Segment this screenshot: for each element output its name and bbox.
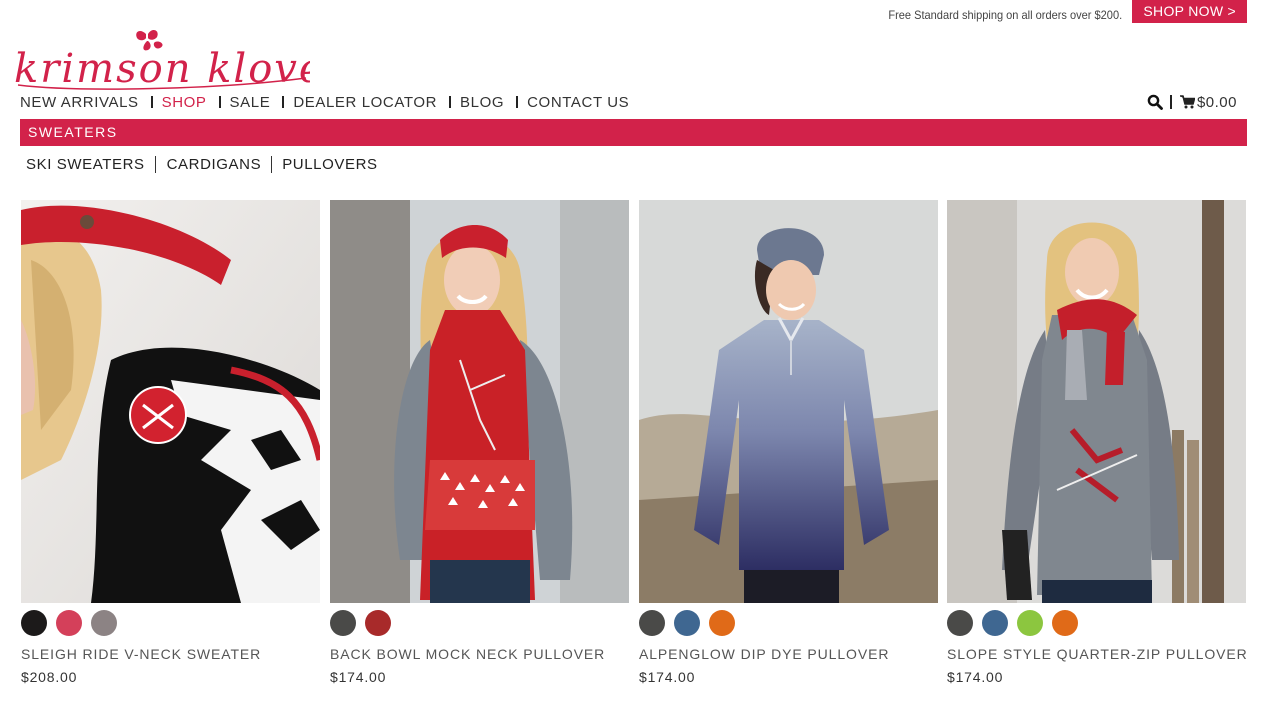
nav-divider: [282, 96, 285, 108]
color-swatches: [21, 609, 320, 637]
color-swatch-charcoal[interactable]: [947, 610, 973, 636]
category-header: SWEATERS: [20, 119, 1247, 146]
nav-dealer-locator[interactable]: DEALER LOCATOR: [293, 94, 437, 111]
product-name[interactable]: ALPENGLOW DIP DYE PULLOVER: [639, 646, 938, 662]
product-card: SLEIGH RIDE V-NECK SWEATER $208.00: [21, 200, 320, 685]
promo-bar: Free Standard shipping on all orders ove…: [868, 0, 1247, 23]
product-price: $174.00: [639, 669, 696, 685]
subnav-ski-sweaters[interactable]: SKI SWEATERS: [20, 156, 155, 173]
cart-total[interactable]: $0.00: [1197, 94, 1237, 111]
product-grid: SLEIGH RIDE V-NECK SWEATER $208.00 BACK …: [21, 200, 1247, 700]
color-swatch-red[interactable]: [56, 610, 82, 636]
subcategory-nav: SKI SWEATERS CARDIGANS PULLOVERS: [20, 154, 388, 174]
cart-icon[interactable]: [1179, 95, 1195, 109]
brand-logo[interactable]: krimson klover: [14, 28, 310, 92]
category-title: SWEATERS: [28, 124, 118, 140]
shop-now-button[interactable]: SHOP NOW >: [1132, 0, 1247, 23]
nav-divider: [218, 96, 221, 108]
nav-contact-us[interactable]: CONTACT US: [527, 94, 629, 111]
color-swatch-grey[interactable]: [91, 610, 117, 636]
color-swatch-charcoal[interactable]: [330, 610, 356, 636]
product-image[interactable]: [21, 200, 320, 603]
color-swatch-orange[interactable]: [709, 610, 735, 636]
color-swatch-charcoal[interactable]: [639, 610, 665, 636]
color-swatch-blue[interactable]: [982, 610, 1008, 636]
nav-sale[interactable]: SALE: [230, 94, 271, 111]
product-image[interactable]: [639, 200, 938, 603]
product-image[interactable]: [330, 200, 629, 603]
product-name[interactable]: SLEIGH RIDE V-NECK SWEATER: [21, 646, 320, 662]
product-card: BACK BOWL MOCK NECK PULLOVER $174.00: [330, 200, 629, 685]
product-image[interactable]: [947, 200, 1246, 603]
nav-shop[interactable]: SHOP: [162, 94, 207, 111]
search-icon[interactable]: [1147, 94, 1163, 110]
utility-bar: $0.00: [1147, 93, 1237, 111]
utility-divider: [1169, 95, 1172, 109]
product-price: $174.00: [330, 669, 387, 685]
main-nav: NEW ARRIVALS SHOP SALE DEALER LOCATOR BL…: [20, 92, 629, 112]
product-name[interactable]: SLOPE STYLE QUARTER-ZIP PULLOVER: [947, 646, 1247, 662]
shipping-promo-text: Free Standard shipping on all orders ove…: [888, 8, 1123, 22]
logo-text: krimson klover: [14, 46, 310, 92]
subnav-pullovers[interactable]: PULLOVERS: [271, 155, 387, 173]
product-price: $174.00: [947, 669, 1004, 685]
color-swatches: [330, 609, 629, 637]
color-swatch-blue[interactable]: [674, 610, 700, 636]
color-swatches: [947, 609, 1246, 637]
subnav-cardigans[interactable]: CARDIGANS: [154, 155, 272, 173]
color-swatches: [639, 609, 938, 637]
product-name[interactable]: BACK BOWL MOCK NECK PULLOVER: [330, 646, 629, 662]
color-swatch-red[interactable]: [365, 610, 391, 636]
nav-new-arrivals[interactable]: NEW ARRIVALS: [20, 94, 139, 111]
product-price: $208.00: [21, 669, 78, 685]
product-card: SLOPE STYLE QUARTER-ZIP PULLOVER $174.00: [947, 200, 1247, 685]
color-swatch-black[interactable]: [21, 610, 47, 636]
nav-divider: [516, 96, 519, 108]
nav-blog[interactable]: BLOG: [460, 94, 504, 111]
color-swatch-green[interactable]: [1017, 610, 1043, 636]
product-card: ALPENGLOW DIP DYE PULLOVER $174.00: [639, 200, 938, 685]
nav-divider: [150, 96, 153, 108]
nav-divider: [449, 96, 452, 108]
color-swatch-orange[interactable]: [1052, 610, 1078, 636]
